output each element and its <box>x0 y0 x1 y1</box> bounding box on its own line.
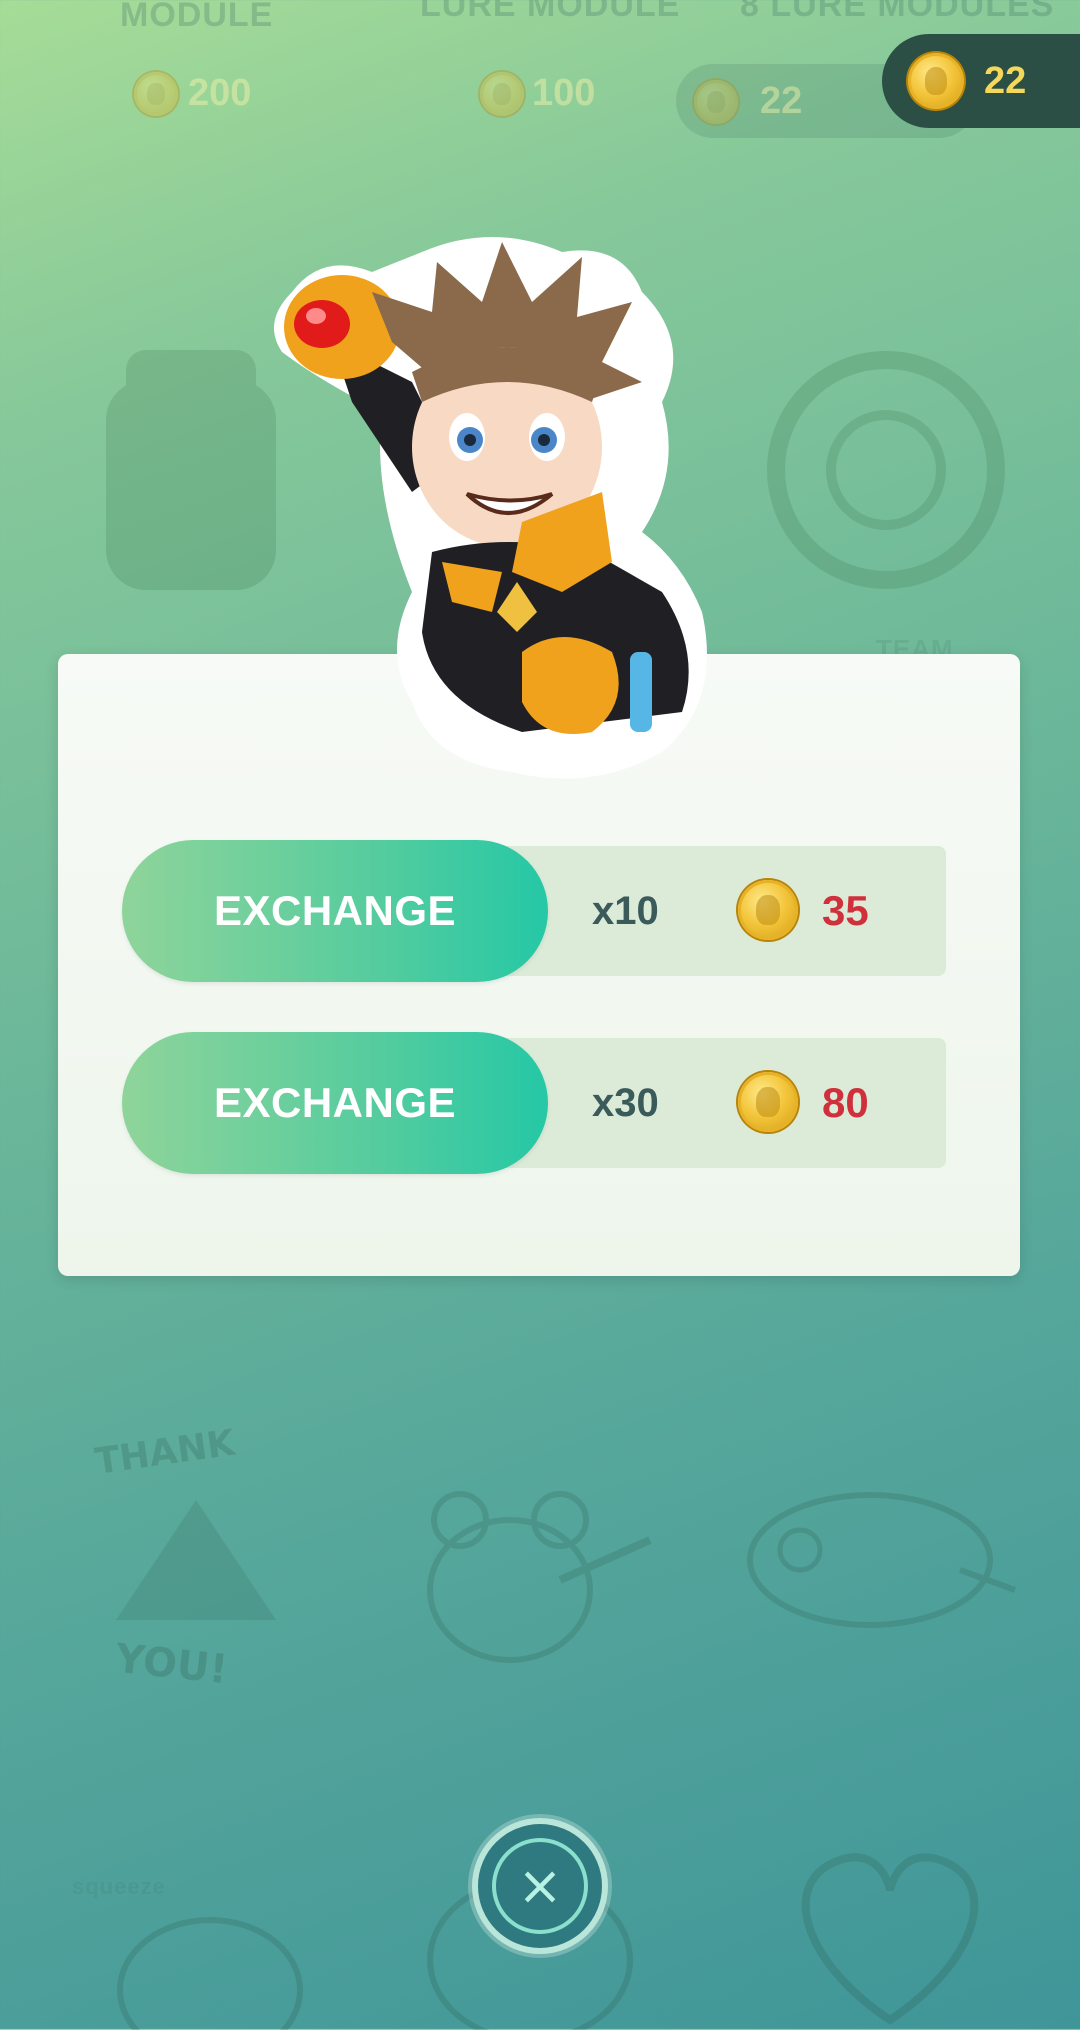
slowpoke-sticker-icon <box>747 1492 1017 1628</box>
pokecoin-icon <box>738 1072 798 1132</box>
pokecoin-icon <box>694 80 738 124</box>
bg-item-label: LURE MODULE <box>420 0 681 24</box>
pokecoin-icon <box>480 72 524 116</box>
offer-quantity: x30 <box>592 1081 659 1125</box>
thank-you-sticker-icon: THANK YOU! <box>93 1423 276 1694</box>
svg-text:THANK: THANK <box>93 1423 239 1483</box>
pikachu-sticker-icon <box>117 1917 303 2030</box>
bg-item-price: 22 <box>760 80 803 122</box>
incubator-icon <box>767 351 1005 589</box>
offer-row: EXCHANGE x10 35 <box>122 840 946 982</box>
coin-balance-value: 22 <box>984 59 1027 102</box>
exchange-button[interactable]: EXCHANGE <box>122 840 548 982</box>
pokecoin-icon <box>908 53 964 109</box>
exchange-button[interactable]: EXCHANGE <box>122 1032 548 1174</box>
close-symbol: × <box>517 1854 563 1917</box>
close-icon: × <box>492 1838 588 1934</box>
bg-item-price: 100 <box>532 72 596 114</box>
bg-item-price: 200 <box>188 72 252 114</box>
bg-item-label: MODULE <box>120 0 274 34</box>
offer-price: 80 <box>822 1079 869 1126</box>
pokecoin-icon <box>738 880 798 940</box>
heart-sticker-icon <box>801 1853 979 2025</box>
close-button[interactable]: × <box>478 1824 602 1948</box>
offer-quantity: x10 <box>592 889 659 933</box>
marill-sticker-icon <box>427 1491 652 1663</box>
offer-price: 35 <box>822 887 869 934</box>
coin-balance: 22 <box>882 34 1080 128</box>
offer-row: EXCHANGE x30 80 <box>122 1032 946 1174</box>
bg-item-label: 8 LURE MODULES <box>740 0 1055 24</box>
pokecoin-icon <box>134 72 178 116</box>
svg-text:YOU!: YOU! <box>112 1636 229 1694</box>
team-leader-sticker <box>274 237 707 779</box>
